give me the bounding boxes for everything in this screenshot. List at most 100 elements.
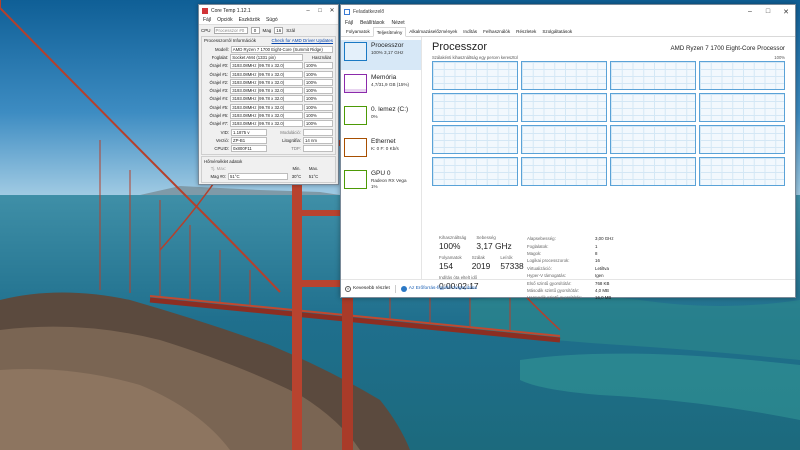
- coretemp-window: Core Temp 1.12.1 – □ ✕ Fájl Opciók Eszkö…: [198, 4, 339, 185]
- core-clock-row: Órajel #5: 3193.08MHz (99.78 x 32.0) 100%: [204, 103, 333, 111]
- tab-services[interactable]: Szolgáltatások: [539, 27, 575, 36]
- tab-processes[interactable]: Folyamatok: [343, 27, 373, 36]
- threads-value: 2019: [471, 261, 491, 271]
- sidebar-item-label: 0. lemez (C:): [371, 106, 409, 113]
- model-field: AMD Ryzen 7 1700 Eight-Core (Summit Ridg…: [230, 45, 333, 53]
- core-clock-value: 3193.08MHz (99.78 x 32.0): [230, 112, 303, 120]
- sidebar-item-gpu[interactable]: GPU 0 Radeon RX Vega 1%: [341, 168, 421, 198]
- tdp-label: TDP:: [291, 146, 301, 152]
- core-clock-label: Órajel #3:: [209, 88, 229, 94]
- logical-processor-graph: [699, 93, 785, 122]
- thread-label: Szál: [286, 27, 296, 33]
- coretemp-menubar: Fájl Opciók Eszközök Súgó: [199, 16, 338, 25]
- tab-performance[interactable]: Teljesítmény: [372, 27, 407, 37]
- sidebar-item-ethernet[interactable]: Ethernet K: 0 F: 0 Kb/s: [341, 136, 421, 166]
- detail-key: Virtualizáció:: [527, 265, 552, 271]
- memory-thumbnail: [344, 74, 367, 93]
- page-title: Processzor: [432, 41, 488, 53]
- modulation-field: [303, 128, 333, 136]
- sidebar-item-cpu[interactable]: Processzor 100% 3,17 GHz: [341, 40, 421, 70]
- core-clock-value: 3193.08MHz (99.78 x 32.0): [230, 120, 303, 128]
- coretemp-titlebar[interactable]: Core Temp 1.12.1 – □ ✕: [199, 5, 338, 16]
- logical-processor-graph: [521, 125, 607, 154]
- resource-sidebar: Processzor 100% 3,17 GHz Memória 4,7/31,…: [341, 37, 422, 279]
- menu-help[interactable]: Súgó: [266, 17, 278, 23]
- cpu-select[interactable]: Processzor #0: [213, 26, 248, 34]
- processor-info-heading: Processzorról Információk: [204, 38, 257, 43]
- revision-label: Verzió:: [215, 137, 229, 143]
- disk-thumbnail: [344, 106, 367, 125]
- tjmax-label: Tj. Max:: [210, 166, 226, 172]
- detail-value: Igen: [595, 273, 604, 279]
- sidebar-item-disk[interactable]: 0. lemez (C:) 0%: [341, 104, 421, 134]
- core-clock-list: Órajel #0: 3193.08MHz (99.78 x 32.0) 100% Ó…: [204, 62, 333, 128]
- sidebar-item-label: Ethernet: [371, 138, 396, 145]
- ethernet-thumbnail: [344, 138, 367, 157]
- menu-file[interactable]: Fájl: [203, 17, 211, 23]
- graph-caption: Szálakénti kihasználtság egy percen kere…: [432, 55, 518, 60]
- cpu-model-name: AMD Ryzen 7 1700 Eight-Core Processor: [670, 45, 785, 52]
- logical-processor-graph: [699, 61, 785, 90]
- core-clock-label: Órajel #0:: [209, 63, 229, 69]
- logical-processor-graph: [432, 93, 518, 122]
- vid-field: 1.1875 v: [231, 128, 267, 136]
- detail-row: Alapsebesség: 3,00 GHz: [527, 235, 614, 242]
- maximize-icon[interactable]: □: [314, 8, 326, 14]
- menu-options[interactable]: Opciók: [217, 17, 233, 23]
- core-clock-label: Órajel #4:: [209, 96, 229, 102]
- detail-key: Hyper-V támogatás:: [527, 273, 567, 279]
- core-clock-row: Órajel #6: 3193.08MHz (99.78 x 32.0) 100%: [204, 111, 333, 120]
- gpu-thumbnail: [344, 170, 367, 189]
- core-clock-row: Órajel #7: 3193.08MHz (99.78 x 32.0) 100%: [204, 120, 333, 128]
- minimize-icon[interactable]: –: [741, 8, 759, 15]
- core0-temp-min: 30°C: [291, 174, 302, 180]
- tab-app-history[interactable]: Alkalmazáselőzmények: [406, 27, 460, 36]
- coretemp-toolbar: CPU Processzor #0 0 Mag 16 Szál: [199, 25, 338, 35]
- detail-key: Alapsebesség:: [527, 236, 556, 242]
- detail-row: Magok: 8: [527, 250, 614, 257]
- close-icon[interactable]: ✕: [326, 7, 338, 14]
- tab-startup[interactable]: Indítás: [460, 27, 480, 36]
- chevron-up-icon[interactable]: ˄: [345, 285, 351, 292]
- menu-file[interactable]: Fájl: [345, 20, 353, 26]
- menu-settings[interactable]: Beállítások: [360, 20, 384, 26]
- litho-label: Litográfia:: [282, 137, 301, 143]
- minimize-icon[interactable]: –: [302, 8, 314, 14]
- detail-value: 8: [595, 250, 598, 256]
- detail-row: Foglalatok: 1: [527, 242, 614, 249]
- modulation-label: Moduláció:: [280, 129, 301, 135]
- sidebar-item-memory[interactable]: Memória 4,7/31,9 GB (15%): [341, 72, 421, 102]
- menu-view[interactable]: Nézet: [392, 20, 405, 26]
- maximize-icon[interactable]: □: [759, 8, 777, 15]
- core-load-value: 100%: [303, 78, 333, 86]
- logical-processor-graph: [610, 157, 696, 186]
- detail-key: Magok:: [527, 250, 542, 256]
- close-icon[interactable]: ✕: [777, 8, 795, 16]
- amd-driver-link[interactable]: Check for AMD Driver Updates: [271, 38, 333, 45]
- logical-processor-graph: [432, 125, 518, 154]
- core-clock-value: 3193.08MHz (99.78 x 32.0): [230, 87, 303, 95]
- taskmanager-titlebar[interactable]: Feladatkezelő – □ ✕: [341, 5, 795, 18]
- core-load-value: 100%: [303, 62, 333, 70]
- footer-divider: [394, 284, 396, 293]
- menu-tools[interactable]: Eszközök: [239, 17, 260, 23]
- core-clock-row: Órajel #2: 3193.08MHz (99.78 x 32.0) 100%: [204, 78, 333, 86]
- logical-processor-graph: [699, 125, 785, 154]
- open-resource-monitor-link[interactable]: Az Erőforrás-figyelő megnyitása: [409, 286, 477, 291]
- tab-users[interactable]: Felhasználók: [480, 27, 513, 36]
- tab-details[interactable]: Részletek: [513, 27, 539, 36]
- socket-label: Foglalat:: [211, 54, 229, 60]
- revision-field: ZP-B1: [231, 136, 267, 144]
- cpu-label: CPU: [201, 27, 211, 33]
- core-clock-value: 3193.08MHz (99.78 x 32.0): [230, 62, 303, 70]
- core0-temp-current: 51°C: [228, 173, 288, 181]
- speed-value: 3,17 GHz: [476, 241, 512, 251]
- min-header: Min.: [292, 166, 301, 172]
- cpuid-label: CPUID:: [214, 146, 229, 152]
- logical-processor-graph: [521, 93, 607, 122]
- core0-temp-max: 51°C: [308, 174, 319, 180]
- core-load-value: 100%: [303, 95, 333, 103]
- cpuid-field: 0x800F11: [231, 145, 267, 153]
- core-load-value: 100%: [303, 87, 333, 95]
- fewer-details-link[interactable]: Kevesebb részlet: [353, 286, 390, 291]
